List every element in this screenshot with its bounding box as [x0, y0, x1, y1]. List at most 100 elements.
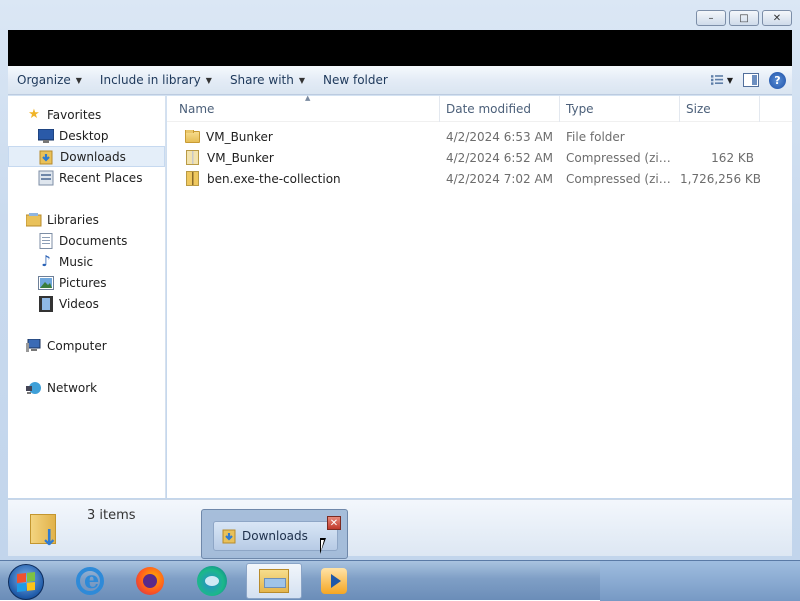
- nav-music[interactable]: ♪ Music: [8, 251, 165, 272]
- star-icon: ★: [28, 107, 40, 122]
- nav-documents[interactable]: Documents: [8, 230, 165, 251]
- file-type: Compressed (zipp...: [566, 150, 672, 165]
- file-type: Compressed (zipp...: [566, 171, 672, 186]
- nav-downloads[interactable]: Downloads: [8, 146, 165, 167]
- view-list-icon: [711, 75, 724, 85]
- file-type: File folder: [566, 129, 625, 144]
- file-row[interactable]: VM_Bunker 4/2/2024 6:53 AM File folder: [167, 126, 792, 147]
- nav-recent-places-label: Recent Places: [59, 170, 143, 185]
- documents-icon: [38, 232, 54, 249]
- column-header-type[interactable]: Type: [560, 95, 680, 122]
- chevron-down-icon: ▼: [298, 75, 305, 85]
- include-in-library-button[interactable]: Include in library ▼: [91, 69, 221, 91]
- desktop-icon: [38, 128, 54, 144]
- file-name: VM_Bunker: [207, 150, 274, 165]
- start-button[interactable]: [8, 564, 44, 600]
- chevron-down-icon: ▼: [726, 75, 733, 85]
- taskbar: [0, 560, 800, 601]
- maximize-button[interactable]: □: [729, 10, 759, 26]
- nav-pictures-label: Pictures: [59, 275, 107, 290]
- nav-favorites[interactable]: ★ Favorites: [8, 104, 165, 125]
- chevron-down-icon: ▼: [205, 75, 212, 85]
- change-view-button[interactable]: ▼: [711, 72, 733, 88]
- column-headers: ▲ Name Date modified Type Size: [167, 94, 792, 122]
- nav-documents-label: Documents: [59, 233, 128, 248]
- file-date: 4/2/2024 6:52 AM: [446, 150, 554, 165]
- nav-videos[interactable]: Videos: [8, 293, 165, 314]
- mouse-cursor-icon: [320, 538, 332, 554]
- thumbnail-title: Downloads: [242, 529, 308, 543]
- nav-desktop[interactable]: Desktop: [8, 125, 165, 146]
- command-bar: Organize ▼ Include in library ▼ Share wi…: [8, 66, 792, 95]
- taskbar-internet-explorer[interactable]: [62, 563, 118, 599]
- share-with-button[interactable]: Share with ▼: [221, 69, 314, 91]
- file-list: ▲ Name Date modified Type Size VM_Bunker…: [167, 94, 792, 498]
- explorer-window: – □ ✕ Organize ▼ Include in library ▼ Sh…: [0, 0, 800, 560]
- nav-music-label: Music: [59, 254, 94, 269]
- taskbar-firefox[interactable]: [122, 563, 178, 599]
- libraries-icon: [26, 212, 42, 228]
- windows-logo-icon: [17, 572, 35, 592]
- internet-explorer-icon: [76, 565, 104, 595]
- file-row[interactable]: ben.exe-the-collection 4/2/2024 7:02 AM …: [167, 168, 792, 189]
- taskbar-edge[interactable]: [184, 563, 240, 599]
- nav-network[interactable]: Network: [8, 377, 165, 398]
- nav-libraries-label: Libraries: [47, 212, 99, 227]
- file-date: 4/2/2024 6:53 AM: [446, 129, 554, 144]
- network-icon: [26, 380, 42, 396]
- minimize-button[interactable]: –: [696, 10, 726, 26]
- windows-explorer-icon: [259, 569, 289, 593]
- zip-icon: [186, 150, 199, 165]
- file-name: VM_Bunker: [206, 129, 273, 144]
- nav-computer[interactable]: Computer: [8, 335, 165, 356]
- chevron-down-icon: ▼: [75, 75, 82, 85]
- nav-recent-places[interactable]: Recent Places: [8, 167, 165, 188]
- downloads-folder-icon: ↓: [30, 506, 64, 551]
- media-player-icon: [321, 568, 347, 594]
- organize-button[interactable]: Organize ▼: [8, 69, 91, 91]
- details-pane: ↓ 3 items: [8, 499, 792, 556]
- file-size: 1,726,256 KB: [680, 171, 760, 186]
- nav-desktop-label: Desktop: [59, 128, 109, 143]
- zip-icon: [186, 171, 199, 186]
- thumbnail-close-button[interactable]: ✕: [327, 516, 341, 530]
- share-with-label: Share with: [229, 73, 294, 87]
- column-header-date-modified[interactable]: Date modified: [440, 95, 560, 122]
- nav-downloads-label: Downloads: [60, 149, 126, 164]
- file-row[interactable]: VM_Bunker 4/2/2024 6:52 AM Compressed (z…: [167, 147, 792, 168]
- close-button[interactable]: ✕: [762, 10, 792, 26]
- window-controls: – □ ✕: [696, 10, 792, 26]
- new-folder-button[interactable]: New folder: [314, 69, 397, 91]
- recent-places-icon: [38, 170, 54, 186]
- file-size: 162 KB: [711, 150, 754, 165]
- nav-libraries[interactable]: Libraries: [8, 209, 165, 230]
- firefox-icon: [136, 567, 164, 595]
- file-name: ben.exe-the-collection: [207, 171, 341, 186]
- include-in-library-label: Include in library: [99, 73, 201, 87]
- new-folder-label: New folder: [323, 73, 388, 87]
- downloads-folder-icon: [222, 529, 236, 544]
- notification-area: [600, 561, 800, 601]
- taskbar-media-player[interactable]: [306, 563, 362, 599]
- column-header-name[interactable]: Name: [167, 95, 440, 122]
- pictures-icon: [38, 275, 54, 291]
- computer-icon: [26, 338, 42, 354]
- nav-pictures[interactable]: Pictures: [8, 272, 165, 293]
- nav-favorites-label: Favorites: [47, 107, 102, 122]
- edge-icon: [197, 566, 227, 596]
- nav-videos-label: Videos: [59, 296, 99, 311]
- navigation-pane: ★ Favorites Desktop Downloads Recent Pla…: [8, 96, 166, 498]
- nav-network-label: Network: [47, 380, 98, 395]
- folder-icon: [185, 129, 200, 143]
- item-count: 3 items: [87, 508, 136, 523]
- preview-pane-button[interactable]: [743, 73, 759, 87]
- sort-ascending-icon: ▲: [305, 94, 311, 102]
- downloads-folder-icon: [39, 149, 55, 165]
- taskbar-windows-explorer[interactable]: [246, 563, 302, 599]
- file-date: 4/2/2024 7:02 AM: [446, 171, 554, 186]
- column-header-size[interactable]: Size: [680, 95, 760, 122]
- help-button[interactable]: ?: [769, 71, 786, 89]
- nav-computer-label: Computer: [47, 338, 107, 353]
- address-bar-redacted: [8, 30, 792, 66]
- film-icon: [38, 295, 54, 312]
